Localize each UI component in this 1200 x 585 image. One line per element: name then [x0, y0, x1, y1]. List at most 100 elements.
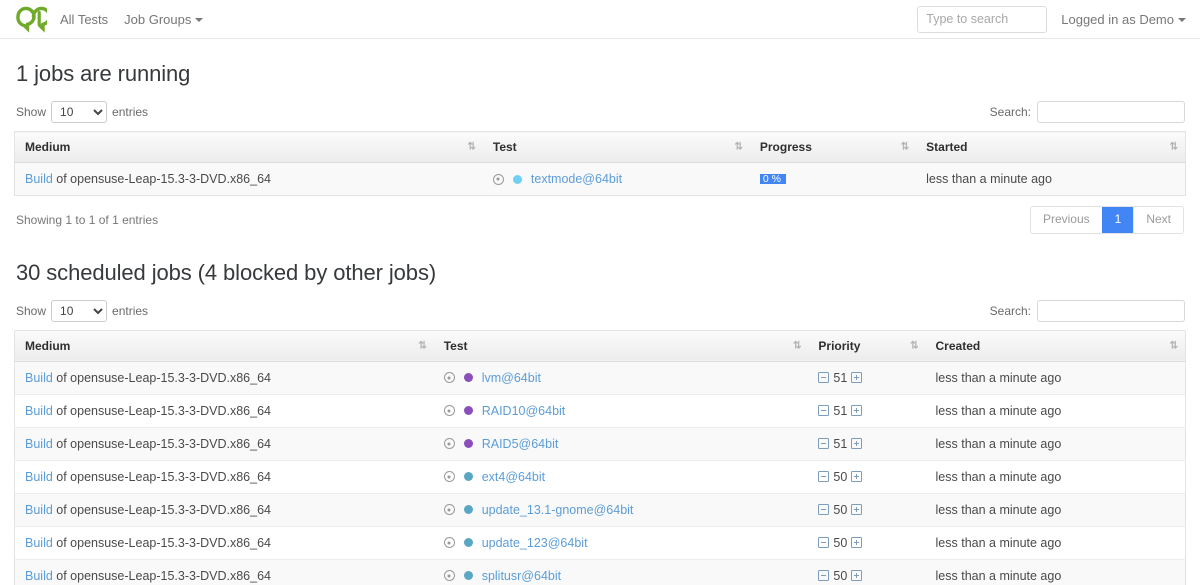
restart-job-icon[interactable] [443, 471, 455, 483]
minus-square-icon[interactable] [818, 438, 830, 450]
sort-icon[interactable]: ⇅ [901, 142, 909, 153]
plus-square-icon[interactable] [851, 471, 863, 483]
scheduled-col-test[interactable]: Test ⇅ [433, 330, 809, 362]
scheduled-col-medium[interactable]: Medium ⇅ [14, 330, 434, 362]
restart-job-icon[interactable] [443, 504, 455, 516]
running-col-started-label: Started [926, 140, 968, 154]
build-link[interactable]: Build [25, 404, 53, 418]
build-link[interactable]: Build [25, 569, 53, 583]
priority-value: 50 [833, 469, 848, 484]
running-col-started[interactable]: Started ⇅ [916, 131, 1186, 163]
pagination-page-1[interactable]: 1 [1101, 207, 1134, 233]
priority-value: 51 [833, 436, 848, 451]
build-link[interactable]: Build [25, 536, 53, 550]
running-search-label: Search: [989, 105, 1031, 119]
user-menu-wrap[interactable]: Logged in as Demo [1061, 11, 1186, 27]
job-state-dot-scheduled [463, 538, 473, 548]
table-row: Build of opensuse-Leap-15.3-3-DVD.x86_64… [14, 558, 1186, 585]
test-link[interactable]: update_123@64bit [482, 536, 588, 550]
running-col-medium[interactable]: Medium ⇅ [14, 131, 483, 163]
restart-job-icon[interactable] [443, 570, 455, 582]
nav-link-job-groups[interactable]: Job Groups [124, 12, 191, 27]
nav-link-all-tests[interactable]: All Tests [60, 12, 108, 27]
user-menu-label[interactable]: Logged in as Demo [1061, 12, 1174, 27]
created-cell: less than a minute ago [925, 558, 1186, 585]
test-link[interactable]: ext4@64bit [482, 470, 545, 484]
sort-icon[interactable]: ⇅ [910, 340, 918, 351]
build-link[interactable]: Build [25, 470, 53, 484]
nav-link-job-groups-wrap[interactable]: Job Groups [124, 11, 204, 27]
test-link[interactable]: update_13.1-gnome@64bit [482, 503, 634, 517]
medium-cell: Build of opensuse-Leap-15.3-3-DVD.x86_64 [14, 492, 434, 527]
global-search-input[interactable] [917, 5, 1048, 33]
scheduled-length-select[interactable]: 10 25 50 100 [51, 299, 108, 322]
restart-job-icon[interactable] [443, 537, 455, 549]
running-col-progress[interactable]: Progress ⇅ [749, 131, 917, 163]
build-link[interactable]: Build [25, 371, 53, 385]
minus-square-icon[interactable] [818, 537, 830, 549]
pagination-next[interactable]: Next [1133, 207, 1183, 233]
progress-cell: 0 % [749, 162, 917, 196]
medium-cell: Build of opensuse-Leap-15.3-3-DVD.x86_64 [14, 558, 434, 585]
plus-square-icon[interactable] [851, 405, 863, 417]
running-jobs-table: Medium ⇅ Test ⇅ Progress ⇅ Started ⇅ Bui… [14, 131, 1186, 196]
priority-cell: 51 [808, 426, 926, 461]
build-link[interactable]: Build [25, 172, 53, 186]
test-cell-container: ext4@64bit [433, 459, 809, 494]
medium-cell: Build of opensuse-Leap-15.3-3-DVD.x86_64 [14, 393, 434, 428]
sort-icon[interactable]: ⇅ [734, 142, 742, 153]
plus-square-icon[interactable] [851, 438, 863, 450]
test-link[interactable]: RAID5@64bit [482, 437, 559, 451]
job-progress-bar[interactable]: 0 % [759, 173, 907, 185]
priority-cell: 50 [808, 558, 926, 585]
running-search-input[interactable] [1037, 101, 1185, 123]
created-cell: less than a minute ago [925, 459, 1186, 494]
test-link[interactable]: RAID10@64bit [482, 404, 566, 418]
test-link[interactable]: splitusr@64bit [482, 569, 561, 583]
minus-square-icon[interactable] [818, 570, 830, 582]
restart-job-icon[interactable] [443, 438, 455, 450]
plus-square-icon[interactable] [851, 372, 863, 384]
running-length-control: Show 10 25 50 100 entries [16, 101, 148, 123]
table-row: Build of opensuse-Leap-15.3-3-DVD.x86_64… [14, 393, 1186, 428]
sort-icon[interactable]: ⇅ [468, 142, 476, 153]
medium-cell: Build of opensuse-Leap-15.3-3-DVD.x86_64 [14, 459, 434, 494]
priority-cell: 50 [808, 459, 926, 494]
restart-job-icon[interactable] [443, 372, 455, 384]
plus-square-icon[interactable] [851, 504, 863, 516]
build-link[interactable]: Build [25, 503, 53, 517]
test-link[interactable]: lvm@64bit [482, 371, 541, 385]
scheduled-col-created-label: Created [935, 338, 981, 353]
table-row: Build of opensuse-Leap-15.3-3-DVD.x86_64… [14, 459, 1186, 494]
sort-icon[interactable]: ⇅ [418, 340, 426, 351]
pagination-previous[interactable]: Previous [1030, 207, 1102, 233]
job-state-dot-scheduled [463, 472, 473, 482]
scheduled-search-input[interactable] [1037, 299, 1185, 322]
plus-square-icon[interactable] [851, 537, 863, 549]
minus-square-icon[interactable] [818, 471, 830, 483]
sort-icon[interactable]: ⇅ [1170, 340, 1178, 351]
running-col-test[interactable]: Test ⇅ [482, 131, 750, 163]
plus-square-icon[interactable] [851, 570, 863, 582]
running-length-select[interactable]: 10 25 50 100 [51, 101, 108, 123]
build-link[interactable]: Build [25, 437, 53, 451]
scheduled-col-priority[interactable]: Priority ⇅ [808, 330, 926, 362]
restart-job-icon[interactable] [492, 173, 504, 185]
test-cell-container: lvm@64bit [433, 360, 809, 395]
openqa-logo[interactable] [14, 4, 48, 34]
scheduled-col-created[interactable]: Created ⇅ [925, 330, 1186, 362]
medium-cell: Build of opensuse-Leap-15.3-3-DVD.x86_64 [14, 525, 434, 560]
job-progress-label: 0 % [762, 173, 781, 185]
sort-icon[interactable]: ⇅ [1170, 142, 1178, 153]
sort-icon[interactable]: ⇅ [793, 340, 801, 351]
minus-square-icon[interactable] [818, 372, 830, 384]
job-state-dot-scheduled [463, 571, 473, 581]
created-cell: less than a minute ago [925, 492, 1186, 527]
minus-square-icon[interactable] [818, 504, 830, 516]
minus-square-icon[interactable] [818, 405, 830, 417]
job-state-dot-running [512, 174, 522, 184]
running-table-info: Showing 1 to 1 of 1 entries [16, 212, 159, 227]
restart-job-icon[interactable] [443, 405, 455, 417]
test-link[interactable]: textmode@64bit [531, 172, 622, 186]
running-table-footer: Showing 1 to 1 of 1 entries Previous 1 N… [16, 206, 1184, 234]
